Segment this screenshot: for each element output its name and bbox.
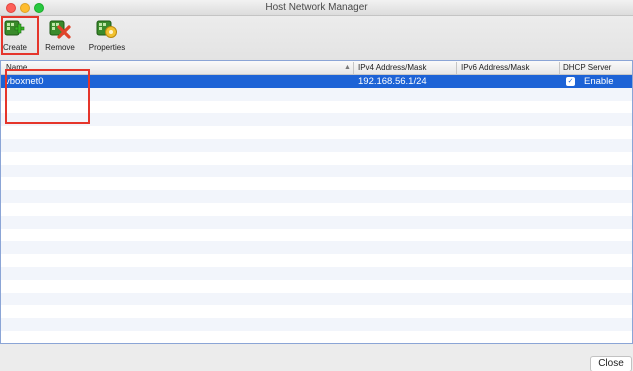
- table-row-empty: [1, 164, 632, 178]
- table-row-empty: [1, 190, 632, 203]
- title-bar: Host Network Manager: [0, 0, 633, 16]
- column-divider: [559, 62, 560, 74]
- table-row-vboxnet0[interactable]: vboxnet0 192.168.56.1/24 ✓ Enable: [1, 75, 632, 88]
- toolbar: Create Remove Properties: [0, 16, 633, 60]
- properties-button-label: Properties: [88, 43, 126, 52]
- create-button[interactable]: Create: [0, 16, 30, 56]
- table-row-empty: [1, 139, 632, 152]
- table-row-empty: [1, 292, 632, 306]
- column-divider: [456, 62, 457, 74]
- cell-ipv4: 192.168.56.1/24: [358, 76, 427, 87]
- column-divider: [353, 62, 354, 74]
- close-button[interactable]: Close: [590, 356, 632, 371]
- column-header-dhcp[interactable]: DHCP Server: [563, 63, 611, 72]
- table-header: Name ▲ IPv4 Address/Mask IPv6 Address/Ma…: [1, 61, 632, 75]
- host-network-table[interactable]: Name ▲ IPv4 Address/Mask IPv6 Address/Ma…: [0, 60, 633, 344]
- window-title: Host Network Manager: [265, 2, 368, 13]
- cell-name: vboxnet0: [5, 76, 44, 87]
- properties-icon: [96, 20, 117, 38]
- cell-dhcp-label: Enable: [584, 76, 614, 87]
- create-button-label: Create: [2, 43, 27, 52]
- create-network-icon: [4, 20, 25, 36]
- column-header-ipv4[interactable]: IPv4 Address/Mask: [358, 63, 426, 72]
- remove-button-label: Remove: [45, 43, 75, 52]
- column-header-name[interactable]: Name: [6, 63, 27, 72]
- remove-button[interactable]: Remove: [43, 16, 77, 56]
- properties-button[interactable]: Properties: [86, 16, 128, 56]
- table-row-empty: [1, 113, 632, 127]
- table-body: vboxnet0 192.168.56.1/24 ✓ Enable: [1, 75, 632, 343]
- sort-ascending-icon: ▲: [344, 64, 351, 71]
- table-row-empty: [1, 318, 632, 331]
- dhcp-enabled-checkbox[interactable]: ✓: [566, 77, 575, 86]
- table-row-empty: [1, 241, 632, 255]
- remove-network-icon: [49, 20, 71, 39]
- table-row-empty: [1, 215, 632, 229]
- table-row-empty: [1, 87, 632, 101]
- column-header-ipv6[interactable]: IPv6 Address/Mask: [461, 63, 529, 72]
- table-row-empty: [1, 267, 632, 280]
